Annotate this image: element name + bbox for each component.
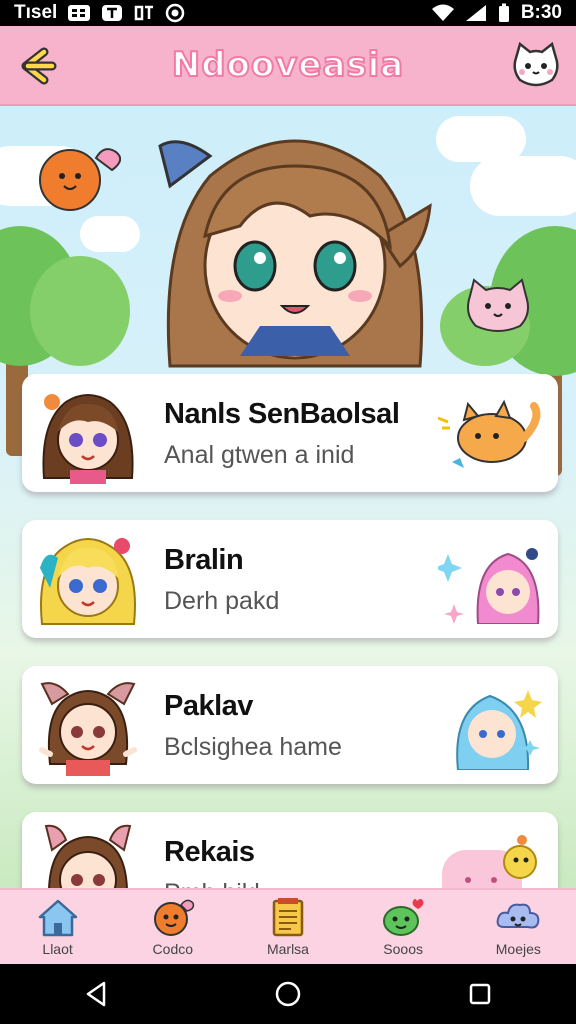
- nav-recents-button[interactable]: [450, 964, 510, 1024]
- settings-icon: [135, 5, 154, 21]
- list-item-subtitle: Derh pakd: [164, 587, 280, 615]
- back-arrow-icon: [21, 47, 57, 85]
- triangle-back-icon: [86, 981, 106, 1007]
- status-left-text: Tısel: [14, 2, 58, 23]
- orange-blob-icon: [153, 899, 194, 936]
- status-time: B:30: [520, 2, 562, 23]
- nav-home-button[interactable]: [258, 964, 318, 1024]
- list-item[interactable]: Nanls SenBaolsal Anal gtwen a inid: [22, 374, 558, 492]
- battery-icon: [498, 3, 509, 22]
- home-icon: [38, 899, 77, 937]
- list-item-name: Paklav: [164, 690, 253, 722]
- page-title: Ndooveasia: [171, 44, 405, 86]
- nav-back-button[interactable]: [66, 964, 126, 1024]
- blonde-girl-avatar: [40, 538, 136, 625]
- grid-icon: [68, 5, 91, 21]
- brown-eared-girl-avatar: [39, 682, 137, 776]
- profile-button[interactable]: [510, 40, 562, 92]
- back-button[interactable]: [14, 42, 62, 90]
- tab-label: Marlsa: [266, 941, 309, 957]
- list-item-name: Nanls SenBaolsal: [164, 398, 400, 430]
- list-item[interactable]: Rekais Pmh bikl: [22, 812, 558, 890]
- blue-haired-girl-icon: [456, 690, 542, 770]
- tab-moejes[interactable]: Moejes: [468, 897, 568, 957]
- signal-icon: [465, 5, 486, 21]
- tab-label: Sooos: [383, 941, 423, 957]
- bunny-eared-girl-avatar: [44, 824, 132, 890]
- list-item[interactable]: Bralin Derh pakd: [22, 520, 558, 638]
- notepad-icon: [272, 898, 304, 937]
- tree: [30, 256, 130, 366]
- list-item[interactable]: Paklav Bclsighea hame: [22, 666, 558, 784]
- orange-cat-icon: [438, 399, 541, 468]
- tab-codco[interactable]: Codco: [123, 897, 223, 957]
- tab-label: Moejes: [495, 941, 541, 957]
- hero-character: [158, 139, 432, 368]
- cloud: [470, 156, 576, 216]
- list-item-subtitle: Anal gtwen a inid: [164, 441, 355, 469]
- list-item-subtitle: Bclsighea hame: [164, 733, 342, 761]
- cat-face-icon: [513, 41, 559, 87]
- app-header: Ndooveasia: [0, 26, 576, 106]
- list-item-name: Bralin: [164, 544, 244, 576]
- tab-sooos[interactable]: Sooos: [353, 897, 453, 957]
- tab-label: Codco: [152, 941, 194, 957]
- green-blob-icon: [383, 899, 424, 936]
- character-list: Nanls SenBaolsal Anal gtwen a inid Brali…: [22, 374, 558, 890]
- list-item-name: Rekais: [164, 836, 255, 868]
- bottom-tab-bar: Llaot Codco Marlsa Sooos Moejes: [0, 888, 576, 964]
- record-icon: [166, 3, 185, 23]
- cloud-face-icon: [496, 903, 540, 929]
- wifi-icon: [431, 4, 454, 21]
- system-nav-bar: [0, 964, 576, 1024]
- pink-cat-creature: [467, 278, 529, 332]
- pink-haired-girl-icon: [438, 548, 540, 624]
- tab-label: Llaot: [42, 941, 73, 957]
- tab-marlsa[interactable]: Marlsa: [238, 897, 338, 957]
- hero-scene: Nanls SenBaolsal Anal gtwen a inid Brali…: [0, 106, 576, 890]
- square-recents-icon: [469, 983, 491, 1005]
- orange-heart-creature: [39, 148, 122, 211]
- brown-haired-girl-avatar: [42, 394, 134, 484]
- tab-home[interactable]: Llaot: [8, 897, 108, 957]
- circle-home-icon: [275, 981, 301, 1007]
- pink-pet-icon: [442, 835, 537, 890]
- cloud: [80, 216, 140, 252]
- notification-icon: [102, 5, 123, 21]
- status-bar: Tısel B:30: [0, 0, 576, 26]
